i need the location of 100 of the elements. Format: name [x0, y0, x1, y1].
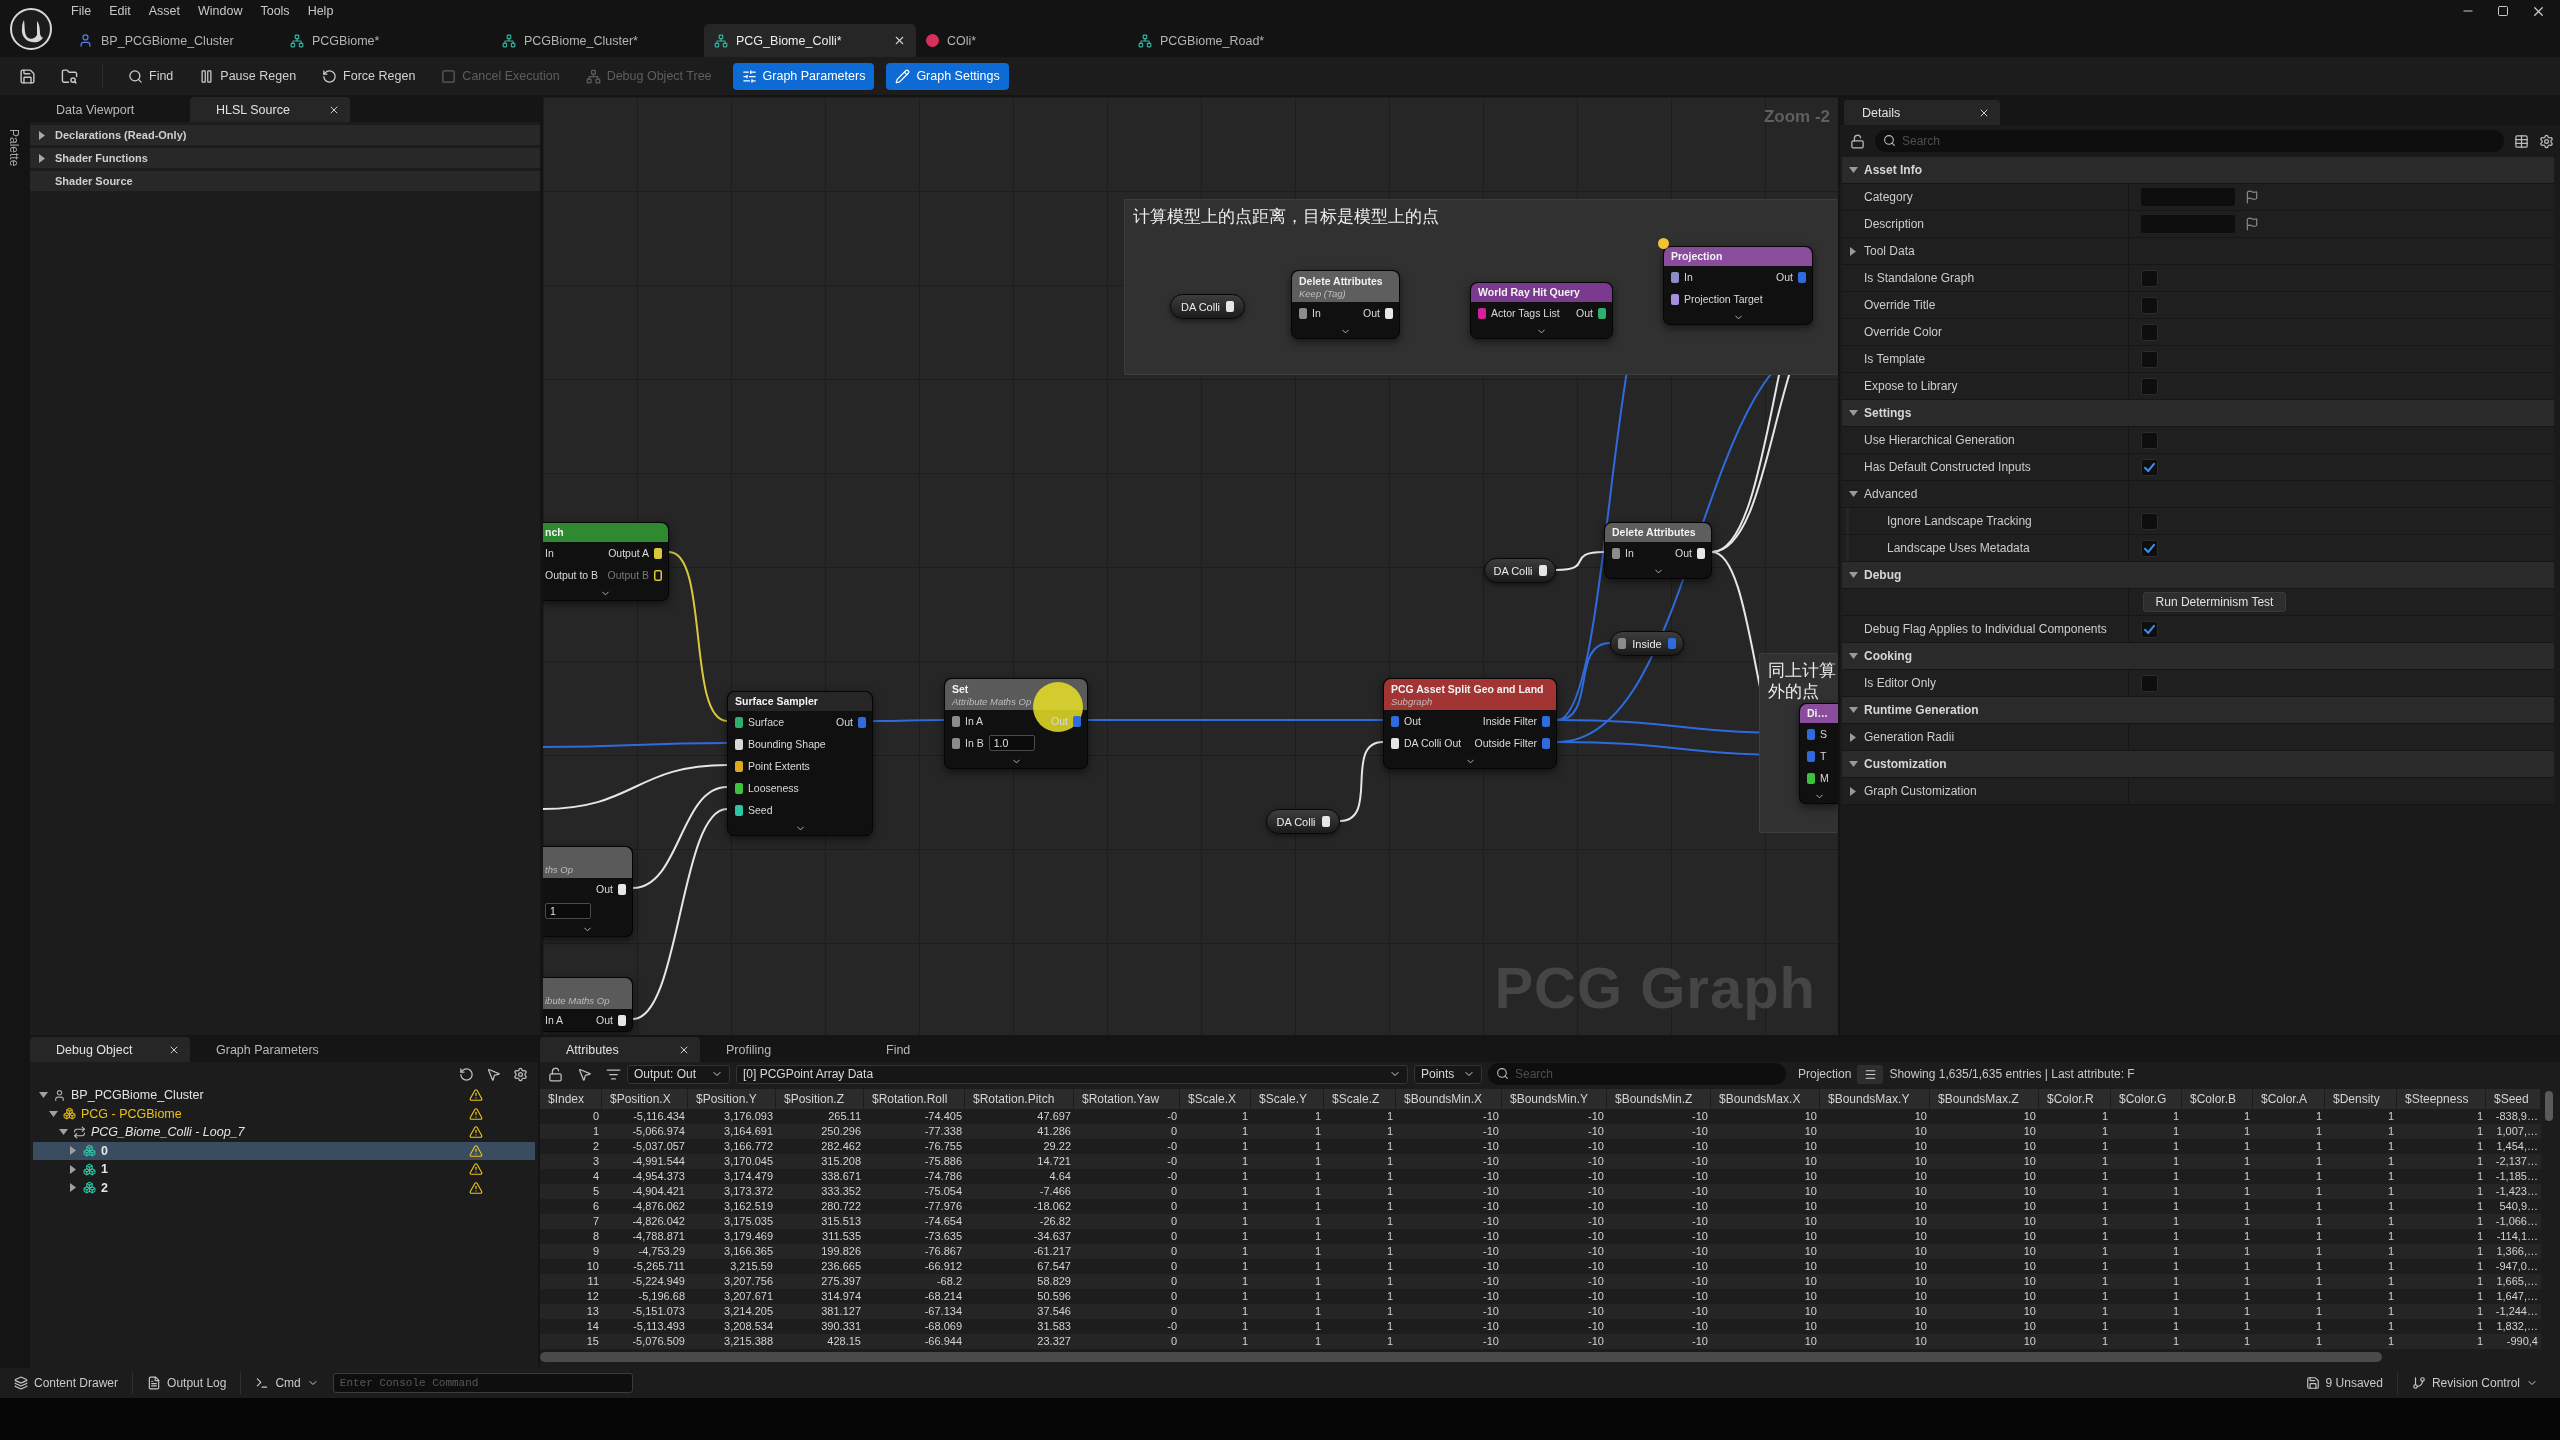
- table-cell: 428.15: [776, 1334, 864, 1349]
- pin-label: Out: [596, 1014, 613, 1026]
- table-cell: 275.397: [776, 1274, 864, 1289]
- table-cell: 10: [1711, 1334, 1820, 1349]
- table-cell: 3,164.691: [688, 1124, 776, 1139]
- property-label: Is Standalone Graph: [1864, 271, 1975, 285]
- table-cell: 1,665,…: [2486, 1274, 2541, 1289]
- table-cell: -10: [1607, 1244, 1711, 1259]
- pin-label: M: [1820, 772, 1829, 784]
- node-title: Delete Attributes: [1612, 526, 1697, 539]
- comment-title: 计算模型上的点距离，目标是模型上的点: [1133, 206, 1439, 228]
- table-cell: -4,753.29: [602, 1244, 688, 1259]
- table-cell: 10: [1930, 1274, 2039, 1289]
- node-title: Set: [952, 683, 970, 696]
- table-cell: 1: [2182, 1304, 2253, 1319]
- table-cell: -990,4: [2486, 1334, 2541, 1349]
- table-cell: 0: [1074, 1184, 1180, 1199]
- table-cell: 3,166.365: [688, 1244, 776, 1259]
- table-cell: -10: [1607, 1154, 1711, 1169]
- pin-label: Surface: [748, 716, 785, 728]
- table-cell: -77.338: [864, 1124, 965, 1139]
- table-cell: 1: [1251, 1154, 1324, 1169]
- table-cell: 1: [2182, 1244, 2253, 1259]
- table-cell: 10: [1820, 1124, 1930, 1139]
- table-cell: 1: [2253, 1154, 2325, 1169]
- table-cell: -10: [1607, 1274, 1711, 1289]
- table-cell: -1,066…: [2486, 1214, 2541, 1229]
- table-cell: 10: [1930, 1184, 2039, 1199]
- table-cell: 0: [1074, 1214, 1180, 1229]
- table-cell: 1: [2111, 1184, 2182, 1199]
- table-cell: 1: [540, 1124, 602, 1139]
- table-cell: 1: [1251, 1214, 1324, 1229]
- node-title: World Ray Hit Query: [1478, 286, 1581, 299]
- pin-label: Inside Filter: [1482, 715, 1537, 727]
- table-cell: 1: [2325, 1154, 2397, 1169]
- table-cell: 1: [2111, 1334, 2182, 1349]
- node-title: Surface Sampler: [735, 695, 819, 708]
- table-cell: -75.054: [864, 1184, 965, 1199]
- node-label: DA Colli: [1180, 300, 1221, 313]
- zoom-label: Zoom -2: [1763, 107, 1830, 127]
- table-cell: 1: [2182, 1214, 2253, 1229]
- table-cell: 1: [2039, 1154, 2111, 1169]
- table-cell: 250.296: [776, 1124, 864, 1139]
- property-label: Landscape Uses Metadata: [1887, 541, 2030, 555]
- table-cell: 10: [1711, 1244, 1820, 1259]
- table-cell: 14.721: [965, 1154, 1074, 1169]
- table-cell: 1: [1180, 1214, 1251, 1229]
- table-cell: -10: [1396, 1184, 1502, 1199]
- table-cell: 10: [1711, 1124, 1820, 1139]
- table-cell: 3,214.205: [688, 1304, 776, 1319]
- property-label: Tool Data: [1864, 244, 1915, 258]
- pin-label: Out: [1675, 547, 1692, 559]
- table-cell: 3: [540, 1154, 602, 1169]
- table-cell: -10: [1396, 1124, 1502, 1139]
- table-cell: 1: [1324, 1214, 1396, 1229]
- table-cell: 1: [1251, 1304, 1324, 1319]
- table-cell: 0: [1074, 1304, 1180, 1319]
- table-cell: 10: [1711, 1214, 1820, 1229]
- table-cell: 37.546: [965, 1304, 1074, 1319]
- property-label: Override Color: [1864, 325, 1943, 339]
- table-cell: -5,066.974: [602, 1124, 688, 1139]
- pin-label: Outside Filter: [1474, 737, 1537, 749]
- pin-label: In B: [965, 737, 984, 749]
- table-cell: 1: [2397, 1184, 2486, 1199]
- table-cell: 1: [1324, 1274, 1396, 1289]
- pin-label: Point Extents: [748, 760, 810, 772]
- table-cell: -1,423…: [2486, 1184, 2541, 1199]
- table-cell: 1: [2039, 1214, 2111, 1229]
- pin-label: DA Colli Out: [1404, 737, 1462, 749]
- table-cell: 1: [1180, 1334, 1251, 1349]
- table-cell: 3,207.756: [688, 1274, 776, 1289]
- table-cell: 1: [2397, 1154, 2486, 1169]
- pin-label: In: [545, 547, 554, 559]
- table-cell: 15: [540, 1334, 602, 1349]
- table-cell: -10: [1607, 1124, 1711, 1139]
- table-cell: -10: [1502, 1214, 1607, 1229]
- table-cell: -10: [1396, 1244, 1502, 1259]
- pin-label: Out: [1776, 271, 1793, 283]
- table-cell: 199.826: [776, 1244, 864, 1259]
- table-cell: -66.944: [864, 1334, 965, 1349]
- table-cell: 1: [2253, 1334, 2325, 1349]
- table-cell: 0: [1074, 1124, 1180, 1139]
- table-cell: -5,076.509: [602, 1334, 688, 1349]
- table-cell: 10: [1711, 1154, 1820, 1169]
- property-label: Ignore Landscape Tracking: [1887, 514, 2032, 528]
- table-cell: 10: [1930, 1124, 2039, 1139]
- pin-label: Actor Tags List: [1491, 307, 1560, 319]
- table-cell: 1: [2111, 1274, 2182, 1289]
- node-subtitle: Attribute Maths Op: [952, 696, 1033, 707]
- table-cell: 1: [2253, 1214, 2325, 1229]
- table-cell: -10: [1607, 1334, 1711, 1349]
- table-cell: -10: [1396, 1214, 1502, 1229]
- table-cell: 1: [1251, 1184, 1324, 1199]
- table-cell: 1: [2039, 1334, 2111, 1349]
- table-cell: -76.867: [864, 1244, 965, 1259]
- pin-label: Looseness: [748, 782, 799, 794]
- table-cell: 1: [1180, 1244, 1251, 1259]
- table-cell: 1: [2039, 1184, 2111, 1199]
- table-cell: 7: [540, 1214, 602, 1229]
- table-cell: 10: [1930, 1244, 2039, 1259]
